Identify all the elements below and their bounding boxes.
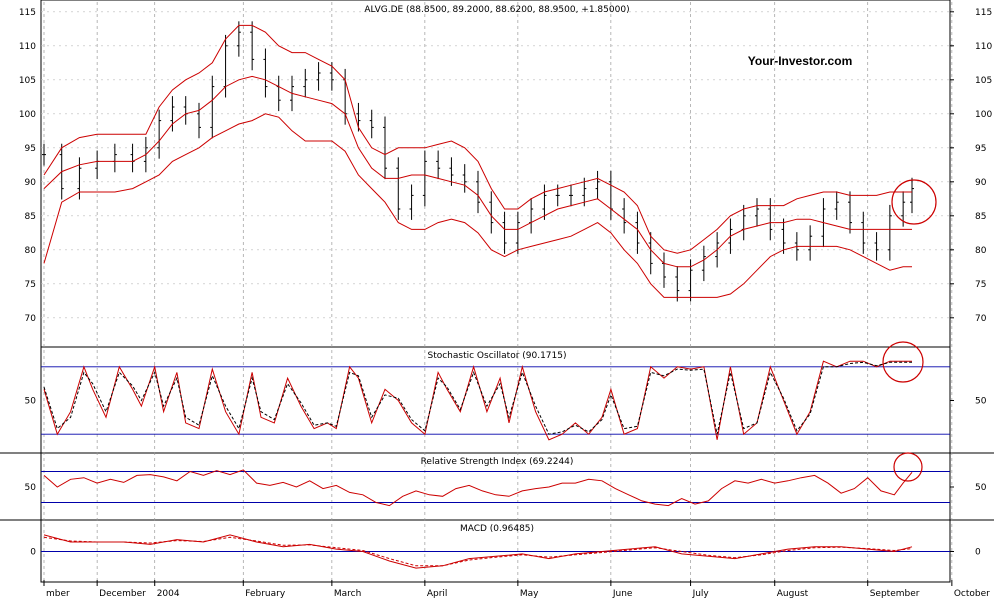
price-y-tick-label-left: 100: [19, 110, 36, 120]
price-y-tick-label-right: 95: [975, 144, 986, 154]
month-gridlines: [43, 2, 953, 580]
macd-y-tick-label-left: 0: [30, 548, 36, 558]
month-label: December: [99, 589, 146, 599]
price-y-tick-label-right: 100: [975, 110, 992, 120]
macd-panel: [41, 534, 950, 569]
stochastic-series--k: [43, 360, 912, 441]
stochastic-panel: [41, 360, 950, 441]
price-y-tick-label-left: 80: [25, 246, 37, 256]
macd-y-tick-label-right: 0: [975, 548, 981, 558]
y-axis-left: 115 110 105 100 95 90 85 80 75 70 50 50 0: [19, 8, 36, 558]
month-label: April: [427, 589, 448, 599]
month-label: mber: [46, 589, 70, 599]
price-highlight-circle: [891, 179, 937, 225]
month-label: 2004: [157, 589, 180, 599]
y-axis-right: 115 110 105 100 95 90 85 80 75 70 50 50 0: [950, 8, 992, 558]
month-label: February: [245, 589, 286, 599]
highlight-circles: [882, 179, 937, 482]
price-y-tick-label-left: 85: [25, 212, 36, 222]
stochastic-y-tick-label-right: 50: [975, 397, 987, 407]
month-label: July: [692, 589, 710, 599]
month-label: June: [612, 589, 633, 599]
month-label: September: [870, 589, 920, 599]
price-y-tick-label-left: 75: [25, 280, 36, 290]
price-y-tick-label-right: 105: [975, 76, 992, 86]
x-axis: mber December 2004 February March April May Jun…: [43, 580, 990, 599]
month-label: October: [954, 589, 990, 599]
price-y-tick-label-left: 70: [25, 314, 37, 324]
rsi-title: Relative Strength Index (69.2244): [421, 457, 574, 467]
stochastic-series--d: [43, 361, 912, 435]
price-y-tick-label-right: 75: [975, 280, 986, 290]
price-y-tick-label-left: 90: [25, 178, 37, 188]
rsi-series-rsi: [43, 469, 913, 507]
price-y-tick-label-left: 95: [25, 144, 36, 154]
technical-chart: 11511010510095908580757050500 1151101051…: [0, 0, 994, 599]
price-y-tick-label-left: 105: [19, 76, 36, 86]
month-label: May: [520, 589, 539, 599]
price-title: ALVG.DE (88.8500, 89.2000, 88.6200, 88.9…: [364, 5, 629, 15]
rsi-y-tick-label-right: 50: [975, 483, 987, 493]
stochastic-title: Stochastic Oscillator (90.1715): [427, 351, 566, 361]
price-y-tick-label-right: 115: [975, 8, 992, 18]
price-y-tick-label-left: 115: [19, 8, 36, 18]
macd-title: MACD (0.96485): [460, 524, 534, 534]
price-y-tick-label-right: 90: [975, 178, 987, 188]
price-y-tick-label-right: 110: [975, 42, 992, 52]
rsi-panel: [41, 469, 950, 507]
brand-watermark: Your-Investor.com: [748, 54, 852, 68]
price-y-tick-label-left: 110: [19, 42, 36, 52]
rsi-y-tick-label-left: 50: [25, 483, 37, 493]
stochastic-y-tick-label-left: 50: [25, 397, 37, 407]
price-y-tick-label-right: 85: [975, 212, 986, 222]
price-y-tick-label-right: 70: [975, 314, 987, 324]
price-y-tick-label-right: 80: [975, 246, 987, 256]
month-label: March: [334, 589, 361, 599]
month-label: August: [777, 589, 809, 599]
